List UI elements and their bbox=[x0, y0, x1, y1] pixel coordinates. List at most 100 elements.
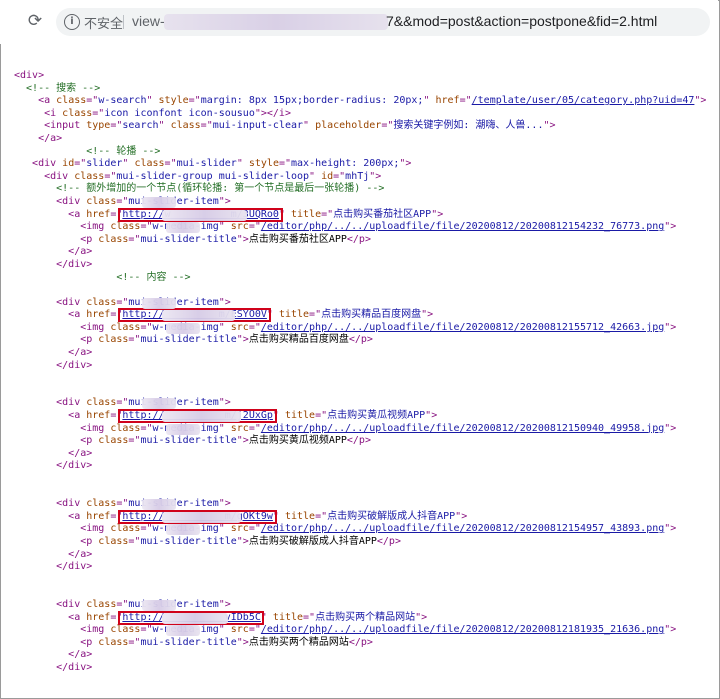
source-token: " bbox=[423, 95, 436, 107]
source-token: mui-slider-group mui-slider-loop bbox=[116, 170, 310, 182]
source-token: <!-- 内容 --> bbox=[14, 271, 191, 283]
source-token: <div bbox=[14, 397, 87, 409]
source-token: "></i> bbox=[254, 107, 291, 119]
source-token: class bbox=[86, 397, 117, 409]
source-token: src bbox=[230, 523, 249, 535]
security-label[interactable]: 不安全 bbox=[84, 13, 123, 32]
source-line: <img class="w-media-img" src="/editor/ph… bbox=[14, 523, 714, 536]
source-token: =" bbox=[128, 535, 141, 547]
source-token: class bbox=[98, 233, 129, 245]
source-token: <div> bbox=[14, 70, 45, 81]
source-line: <img class="w-media-img" src="/editor/ph… bbox=[14, 221, 714, 234]
source-line: <p class="mui-slider-title">点击购买两个精品网站</… bbox=[14, 637, 714, 650]
source-token: <img bbox=[14, 422, 111, 434]
source-token: =" bbox=[333, 170, 346, 182]
source-line bbox=[14, 486, 714, 499]
source-token: =" bbox=[86, 95, 99, 107]
source-token: max-height: 200px; bbox=[291, 158, 400, 170]
source-token: 点击购买黄瓜视频APP bbox=[248, 435, 347, 447]
source-token: </p> bbox=[346, 435, 371, 447]
source-token: =" bbox=[278, 158, 292, 170]
source-line bbox=[14, 586, 714, 599]
source-token: =" bbox=[248, 422, 261, 434]
source-token: =" bbox=[140, 422, 153, 434]
source-token: "> bbox=[694, 95, 707, 107]
source-token: </a> bbox=[14, 132, 63, 144]
source-token: </a> bbox=[14, 246, 93, 258]
source-token: class bbox=[110, 523, 141, 535]
source-token: mui-slider bbox=[176, 158, 237, 170]
source-token: =" bbox=[140, 321, 153, 333]
redaction-patch bbox=[142, 197, 176, 208]
source-token: "> bbox=[218, 195, 231, 207]
source-link[interactable]: /editor/php/../../uploadfile/file/202008… bbox=[261, 322, 664, 333]
source-line bbox=[14, 372, 714, 385]
source-token: id bbox=[321, 170, 334, 182]
source-link[interactable]: /editor/php/../../uploadfile/file/202008… bbox=[261, 423, 664, 434]
source-token: "> bbox=[455, 510, 468, 522]
source-token: icon iconfont icon-sousuo bbox=[104, 107, 255, 119]
source-token: " bbox=[218, 523, 231, 535]
source-token: mui-slider-title bbox=[140, 535, 237, 547]
source-token: href bbox=[86, 309, 111, 321]
url-suffix: 7&&mod=post&action=postpone&fid=2.html bbox=[386, 13, 658, 29]
source-token: "> bbox=[218, 296, 231, 308]
source-token: 点击购买番茄社区APP bbox=[248, 233, 347, 245]
source-token: "> bbox=[236, 334, 249, 346]
reload-icon[interactable]: ⟳ bbox=[26, 12, 44, 30]
source-token: =" bbox=[74, 158, 87, 170]
source-token: " bbox=[122, 158, 135, 170]
source-token: mui-slider-title bbox=[140, 636, 237, 648]
source-token: <p bbox=[14, 535, 99, 547]
source-link[interactable]: /template/user/05/category.php?uid=47 bbox=[472, 95, 695, 106]
source-token: <a bbox=[14, 208, 87, 220]
address-bar[interactable]: i 不安全 view- 7&&mod=post&action=postpone&… bbox=[56, 8, 710, 36]
source-token: class bbox=[98, 435, 129, 447]
source-line: </a> bbox=[14, 649, 714, 662]
source-token: </a> bbox=[14, 447, 93, 459]
source-token: mui-slider-title bbox=[140, 334, 237, 346]
source-token: "> bbox=[664, 321, 677, 333]
source-token: " bbox=[218, 321, 231, 333]
source-link[interactable]: /editor/php/../../uploadfile/file/202008… bbox=[261, 523, 664, 534]
source-line: <input type="search" class="mui-input-cl… bbox=[14, 120, 714, 133]
source-token: class bbox=[86, 296, 117, 308]
source-token: 点击购买两个精品网站 bbox=[315, 611, 416, 623]
source-token: "> bbox=[664, 523, 677, 535]
source-link[interactable]: /editor/php/../../uploadfile/file/202008… bbox=[261, 624, 664, 635]
source-token: "> bbox=[218, 498, 231, 510]
source-token: class bbox=[62, 107, 93, 119]
source-token: <img bbox=[14, 624, 111, 636]
source-token: href bbox=[435, 95, 460, 107]
source-line: <img class="w-media-img" src="/editor/ph… bbox=[14, 423, 714, 436]
source-token: =" bbox=[248, 321, 261, 333]
source-token: =" bbox=[104, 170, 117, 182]
url-redaction bbox=[162, 512, 241, 523]
source-token: "> bbox=[399, 158, 412, 170]
source-token: style bbox=[158, 95, 189, 107]
source-token: class bbox=[110, 321, 141, 333]
source-token: </a> bbox=[14, 347, 93, 359]
source-token: =" bbox=[459, 95, 472, 107]
source-token: <p bbox=[14, 233, 99, 245]
source-line: </div> bbox=[14, 561, 714, 574]
source-token: =" bbox=[309, 309, 322, 321]
source-token: =" bbox=[110, 120, 123, 132]
source-link[interactable]: /editor/php/../../uploadfile/file/202008… bbox=[261, 221, 664, 232]
source-token: "> bbox=[236, 636, 249, 648]
source-line: <!-- 额外增加的一个节点(循环轮播: 第一个节点是最后一张轮播) --> bbox=[14, 183, 714, 196]
source-line: <!-- 内容 --> bbox=[14, 272, 714, 285]
source-token: <a bbox=[14, 309, 87, 321]
info-icon[interactable]: i bbox=[64, 14, 80, 30]
source-token: =" bbox=[140, 624, 153, 636]
source-token: id bbox=[62, 158, 75, 170]
source-token: 点击购买两个精品网站 bbox=[248, 636, 349, 648]
source-token: title bbox=[290, 208, 322, 220]
source-token: </div> bbox=[14, 460, 93, 472]
source-line: <p class="mui-slider-title">点击购买番茄社区APP<… bbox=[14, 234, 714, 247]
source-token: =" bbox=[116, 598, 129, 610]
source-token: =" bbox=[92, 107, 105, 119]
source-token: =" bbox=[315, 410, 328, 422]
source-token: =" bbox=[116, 195, 129, 207]
source-line: </a> bbox=[14, 448, 714, 461]
